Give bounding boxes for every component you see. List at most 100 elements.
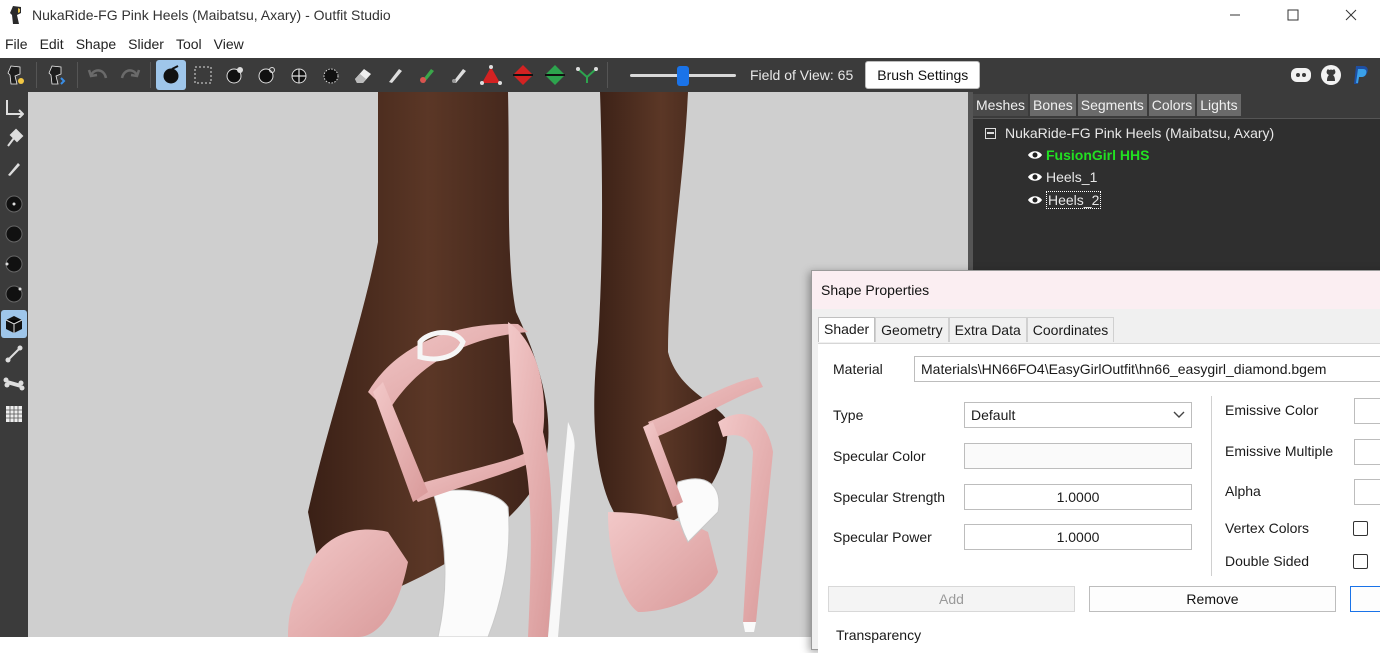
brush-size-small-icon[interactable] [1,190,27,218]
brush-size-medium-icon[interactable] [1,220,27,248]
panel-tabs: Meshes Bones Segments Colors Lights [973,94,1380,118]
pivot-tool-icon[interactable] [1,124,27,152]
menu-file[interactable]: File [0,36,35,52]
toolbar-separator [150,62,151,88]
add-button[interactable]: Add [828,586,1075,612]
shape-properties-dialog: Shape Properties Shader Geometry Extra D… [811,270,1380,653]
toolbar-separator [77,62,78,88]
transform-tool-icon[interactable] [1,94,27,122]
specular-power-label: Specular Power [833,529,932,545]
tab-colors[interactable]: Colors [1148,94,1196,116]
menu-shape[interactable]: Shape [71,36,123,52]
tab-coordinates[interactable]: Coordinates [1026,317,1115,342]
vertex-edit-icon[interactable] [1,154,27,182]
tab-extra-data[interactable]: Extra Data [948,317,1027,342]
collapse-vertex-icon[interactable] [476,60,506,90]
tab-bones[interactable]: Bones [1030,94,1076,116]
mesh-item-label: FusionGirl HHS [1046,147,1150,163]
split-edge-icon[interactable] [540,60,570,90]
title-bar: NukaRide-FG Pink Heels (Maibatsu, Axary)… [0,0,1380,30]
alpha-label: Alpha [1225,483,1261,499]
specular-color-picker[interactable] [964,443,1192,469]
specular-strength-label: Specular Strength [833,489,946,505]
shader-tab-content: Material Materials\HN66FO4\EasyGirlOutfi… [818,343,1380,653]
left-toolbar [0,92,28,637]
eye-icon[interactable] [1027,149,1043,161]
menu-view[interactable]: View [209,36,251,52]
specular-strength-field[interactable]: 1.0000 [964,484,1192,510]
main-toolbar: Field of View: 65 Brush Settings [0,58,1380,92]
tab-meshes[interactable]: Meshes [973,94,1029,116]
material-field[interactable]: Materials\HN66FO4\EasyGirlOutfit\hn66_ea… [914,356,1380,382]
close-button[interactable] [1322,0,1380,30]
weld-tool-icon[interactable] [572,60,602,90]
select-brush-icon[interactable] [156,60,186,90]
tab-shader[interactable]: Shader [818,317,876,342]
color-brush-icon[interactable] [412,60,442,90]
emissive-color-picker[interactable] [1354,398,1380,424]
alpha-brush-icon[interactable] [444,60,474,90]
load-outfit-icon[interactable] [42,60,72,90]
brush-size-large-icon[interactable] [1,250,27,278]
tab-segments[interactable]: Segments [1077,94,1147,116]
mesh-item-label: Heels_1 [1046,169,1098,185]
fov-label: Field of View: 65 [750,67,854,83]
mask-brush-icon[interactable] [188,60,218,90]
type-dropdown[interactable]: Default [964,402,1192,428]
outfit-studio-logo-icon [6,4,28,26]
bone-icon[interactable] [1,370,27,398]
tab-lights[interactable]: Lights [1197,94,1241,116]
double-sided-checkbox[interactable] [1353,554,1368,569]
eye-icon[interactable] [1027,171,1043,183]
type-value: Default [971,407,1016,423]
vertex-colors-label: Vertex Colors [1225,520,1310,536]
column-divider [1211,396,1212,576]
redo-icon[interactable] [115,60,145,90]
undo-icon[interactable] [83,60,113,90]
fov-slider[interactable] [630,65,736,86]
flip-edge-icon[interactable] [508,60,538,90]
remove-button[interactable]: Remove [1089,586,1336,612]
discord-icon[interactable] [1286,60,1316,90]
extra-button[interactable] [1350,586,1380,612]
specular-color-label: Specular Color [833,448,926,464]
inflate-brush-icon[interactable] [220,60,250,90]
paypal-icon[interactable] [1346,60,1376,90]
alpha-field[interactable] [1354,479,1380,505]
emissive-multiple-label: Emissive Multiple [1225,443,1334,459]
brush-falloff-icon[interactable] [1,280,27,308]
load-reference-icon[interactable] [1,60,31,90]
double-sided-label: Double Sided [1225,553,1310,569]
deflate-brush-icon[interactable] [252,60,282,90]
minimize-button[interactable] [1206,0,1264,30]
social-links [1286,58,1376,92]
mesh-item-heels-1[interactable]: Heels_1 [1027,169,1097,185]
maximize-button[interactable] [1264,0,1322,30]
specular-power-field[interactable]: 1.0000 [964,524,1192,550]
mesh-item-fusiongirl-hhs[interactable]: FusionGirl HHS [1027,147,1149,163]
bones-view-icon[interactable] [1,340,27,368]
cube-view-icon[interactable] [1,310,27,338]
menu-edit[interactable]: Edit [35,36,71,52]
dialog-title[interactable]: Shape Properties [812,271,1380,309]
tab-geometry[interactable]: Geometry [875,317,949,342]
menu-tool[interactable]: Tool [171,36,209,52]
window-title: NukaRide-FG Pink Heels (Maibatsu, Axary)… [32,7,391,23]
move-brush-icon[interactable] [284,60,314,90]
vertex-colors-checkbox[interactable] [1353,521,1368,536]
brush-settings-button[interactable]: Brush Settings [865,61,981,89]
type-label: Type [833,407,864,423]
emissive-multiple-field[interactable] [1354,439,1380,465]
eraser-icon[interactable] [348,60,378,90]
collapse-icon[interactable] [985,127,996,139]
smooth-brush-icon[interactable] [316,60,346,90]
tree-root[interactable]: NukaRide-FG Pink Heels (Maibatsu, Axary) [985,125,1274,141]
menu-slider[interactable]: Slider [123,36,171,52]
eye-icon[interactable] [1027,194,1043,206]
menu-bar: File Edit Shape Slider Tool View [0,32,251,56]
fov-slider-thumb[interactable] [677,66,689,86]
grid-icon[interactable] [1,400,27,428]
github-icon[interactable] [1316,60,1346,90]
pen-brush-icon[interactable] [380,60,410,90]
mesh-item-heels-2[interactable]: Heels_2 [1027,191,1102,209]
